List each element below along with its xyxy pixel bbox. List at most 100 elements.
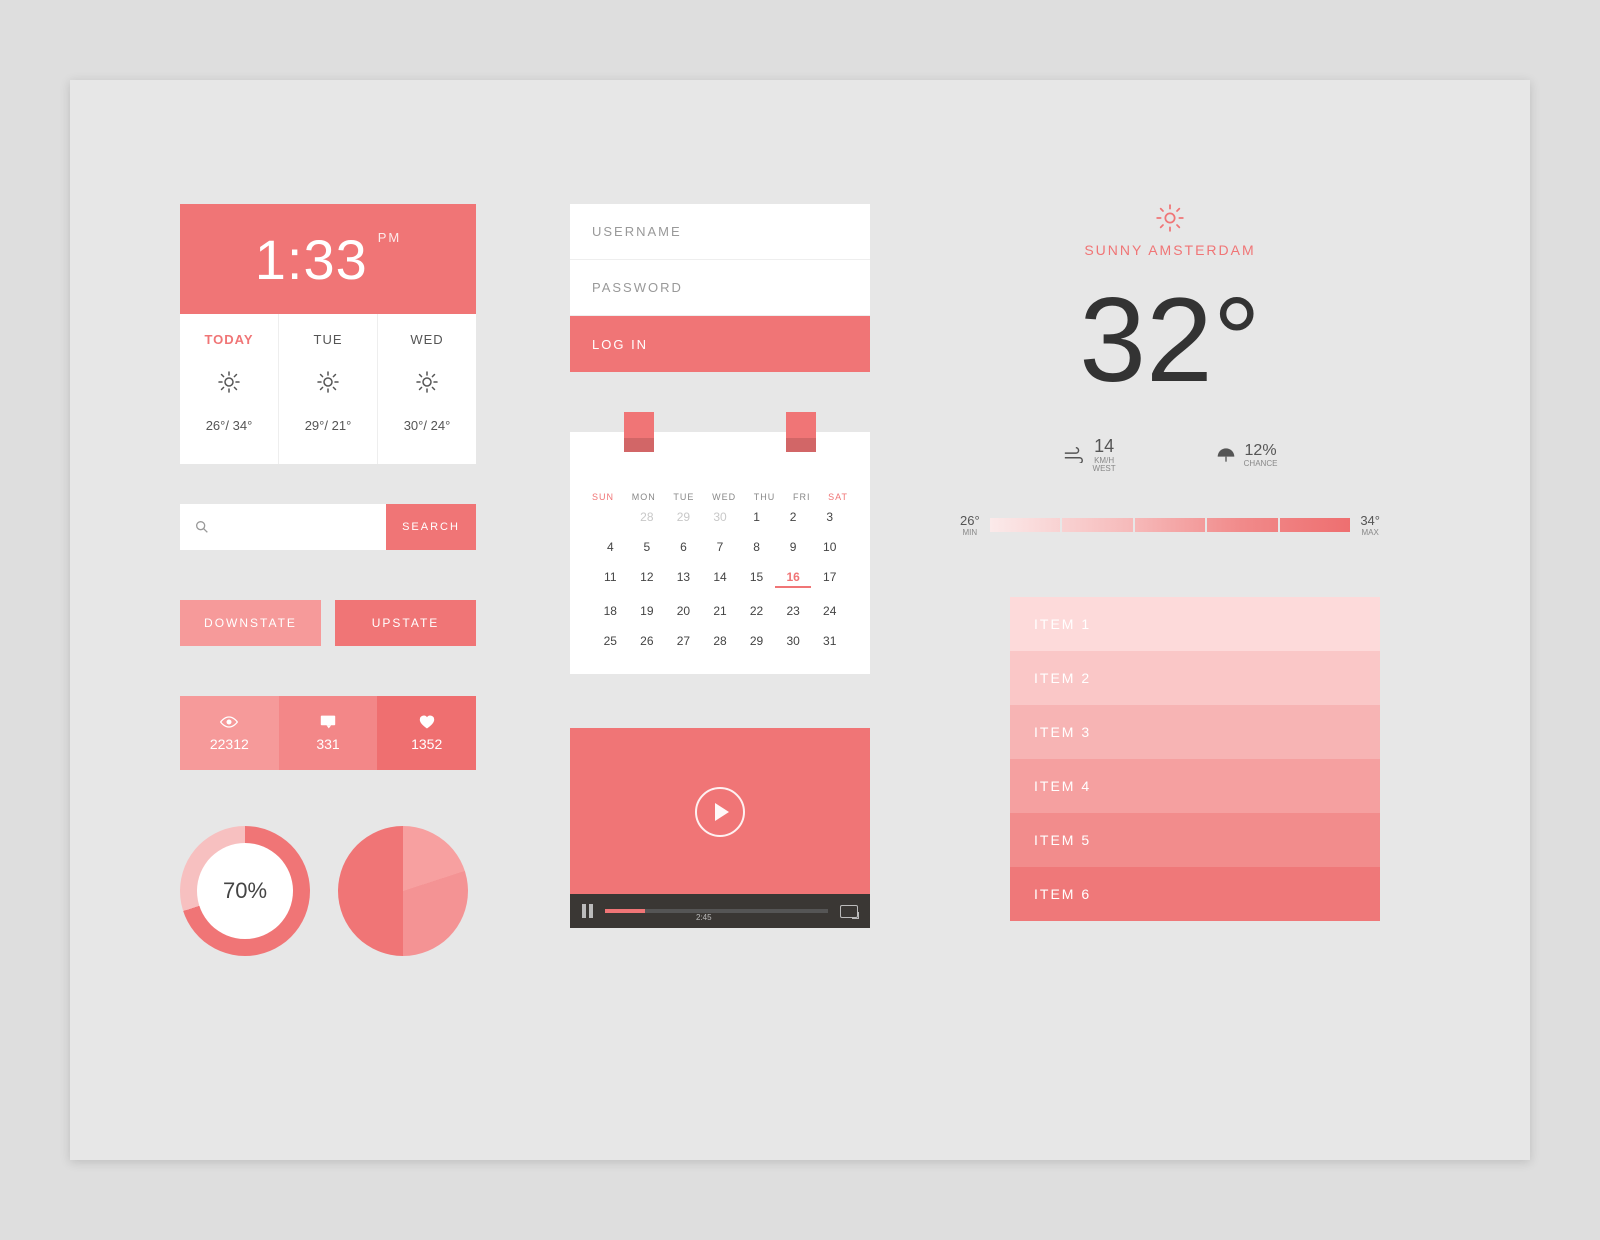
calendar-day[interactable]: 18 [592, 604, 629, 618]
calendar-day[interactable]: 13 [665, 570, 702, 588]
search-bar: SEARCH [180, 504, 476, 550]
calendar-day [592, 510, 629, 524]
video-scrubber[interactable] [605, 909, 828, 913]
calendar-day[interactable]: 14 [702, 570, 739, 588]
calendar-day[interactable]: 22 [738, 604, 775, 618]
calendar-day[interactable]: 2 [775, 510, 812, 524]
login-form: USERNAME PASSWORD LOG IN [570, 204, 870, 372]
calendar-day[interactable]: 4 [592, 540, 629, 554]
calendar-day[interactable]: 21 [702, 604, 739, 618]
eye-icon [219, 714, 239, 730]
calendar-day[interactable]: 29 [665, 510, 702, 524]
password-field[interactable]: PASSWORD [570, 260, 870, 316]
calendar-day[interactable]: 23 [775, 604, 812, 618]
calendar-day[interactable]: 6 [665, 540, 702, 554]
calendar-day[interactable]: 30 [775, 634, 812, 648]
pause-button[interactable] [582, 904, 593, 918]
list-item[interactable]: ITEM 2 [1010, 651, 1380, 705]
heart-icon [417, 714, 437, 730]
weather-rain: 12%CHANCE [1216, 436, 1278, 473]
forecast-day-today[interactable]: TODAY 26°/ 34° [180, 314, 279, 464]
clock-weather-card: 1:33 PM TODAY 26°/ 34° TUE 29°/ 21° [180, 204, 476, 464]
list-item[interactable]: ITEM 3 [1010, 705, 1380, 759]
forecast-label: TODAY [180, 332, 278, 347]
search-icon [194, 519, 210, 535]
forecast-day-tue[interactable]: TUE 29°/ 21° [279, 314, 378, 464]
forecast-day-wed[interactable]: WED 30°/ 24° [378, 314, 476, 464]
weather-wind: 14 KM/HWEST [1063, 436, 1116, 473]
search-button[interactable]: SEARCH [386, 504, 476, 550]
weather-title: SUNNY AMSTERDAM [960, 242, 1380, 258]
calendar-day[interactable]: 1 [738, 510, 775, 524]
calendar-day[interactable]: 3 [811, 510, 848, 524]
list-item[interactable]: ITEM 5 [1010, 813, 1380, 867]
downstate-button[interactable]: DOWNSTATE [180, 600, 321, 646]
temperature-range: 26°MIN 34°MAX [960, 513, 1380, 537]
calendar-day[interactable]: 15 [738, 570, 775, 588]
forecast-temp: 29°/ 21° [305, 418, 352, 433]
upstate-button[interactable]: UPSTATE [335, 600, 476, 646]
forecast-row: TODAY 26°/ 34° TUE 29°/ 21° WED [180, 314, 476, 464]
calendar-day[interactable]: 19 [629, 604, 666, 618]
calendar-day[interactable]: 5 [629, 540, 666, 554]
calendar-day[interactable]: 27 [665, 634, 702, 648]
clock-time: 1:33 [255, 227, 368, 292]
sun-icon [960, 204, 1380, 234]
stat-value: 22312 [210, 736, 249, 752]
weather-widget: SUNNY AMSTERDAM 32° 14 KM/HWEST 12%CHANC… [960, 204, 1380, 537]
calendar-day[interactable]: 12 [629, 570, 666, 588]
calendar-day[interactable]: 8 [738, 540, 775, 554]
calendar-weekdays: SUNMONTUEWEDTHUFRISAT [592, 492, 848, 502]
calendar-day[interactable]: 16 [775, 570, 812, 588]
calendar-day[interactable]: 10 [811, 540, 848, 554]
pie-chart [338, 826, 468, 956]
list-item[interactable]: ITEM 1 [1010, 597, 1380, 651]
sun-icon [378, 365, 476, 399]
calendar-grid[interactable]: 2829301234567891011121314151617181920212… [592, 510, 848, 648]
calendar-day[interactable]: 30 [702, 510, 739, 524]
stat-comments[interactable]: 331 [279, 696, 378, 770]
play-icon[interactable] [695, 787, 745, 837]
video-elapsed: 2:45 [696, 913, 712, 922]
calendar-day[interactable]: 31 [811, 634, 848, 648]
clock-ampm: PM [378, 230, 402, 245]
calendar-day[interactable]: 7 [702, 540, 739, 554]
stat-likes[interactable]: 1352 [377, 696, 476, 770]
stats-bar: 22312 331 1352 [180, 696, 476, 770]
ui-kit-canvas: 1:33 PM TODAY 26°/ 34° TUE 29°/ 21° [70, 80, 1530, 1160]
calendar-day[interactable]: 28 [702, 634, 739, 648]
forecast-label: TUE [279, 332, 377, 347]
username-field[interactable]: USERNAME [570, 204, 870, 260]
sun-icon [279, 365, 377, 399]
list-item[interactable]: ITEM 6 [1010, 867, 1380, 921]
stat-views[interactable]: 22312 [180, 696, 279, 770]
clock-header: 1:33 PM [180, 204, 476, 314]
calendar-day[interactable]: 28 [629, 510, 666, 524]
umbrella-icon [1216, 446, 1236, 464]
calendar-day[interactable]: 29 [738, 634, 775, 648]
calendar: SUNMONTUEWEDTHUFRISAT 282930123456789101… [570, 432, 870, 674]
calendar-day[interactable]: 26 [629, 634, 666, 648]
wind-icon [1063, 447, 1085, 463]
calendar-day[interactable]: 11 [592, 570, 629, 588]
calendar-day[interactable]: 24 [811, 604, 848, 618]
login-button[interactable]: LOG IN [570, 316, 870, 372]
calendar-day[interactable]: 25 [592, 634, 629, 648]
comment-icon [318, 714, 338, 730]
forecast-temp: 30°/ 24° [404, 418, 451, 433]
calendar-binder-rings [624, 412, 816, 452]
calendar-day[interactable]: 17 [811, 570, 848, 588]
calendar-day[interactable]: 9 [775, 540, 812, 554]
forecast-label: WED [378, 332, 476, 347]
sun-icon [180, 365, 278, 399]
progress-gauge: 70% [180, 826, 310, 956]
airplay-icon[interactable] [840, 905, 858, 918]
search-input[interactable] [180, 504, 386, 550]
forecast-temp: 26°/ 34° [206, 418, 253, 433]
video-player[interactable]: 2:45 [570, 728, 870, 928]
stat-value: 331 [316, 736, 339, 752]
list-item[interactable]: ITEM 4 [1010, 759, 1380, 813]
weather-temperature: 32° [1079, 280, 1260, 400]
calendar-day[interactable]: 20 [665, 604, 702, 618]
stat-value: 1352 [411, 736, 442, 752]
